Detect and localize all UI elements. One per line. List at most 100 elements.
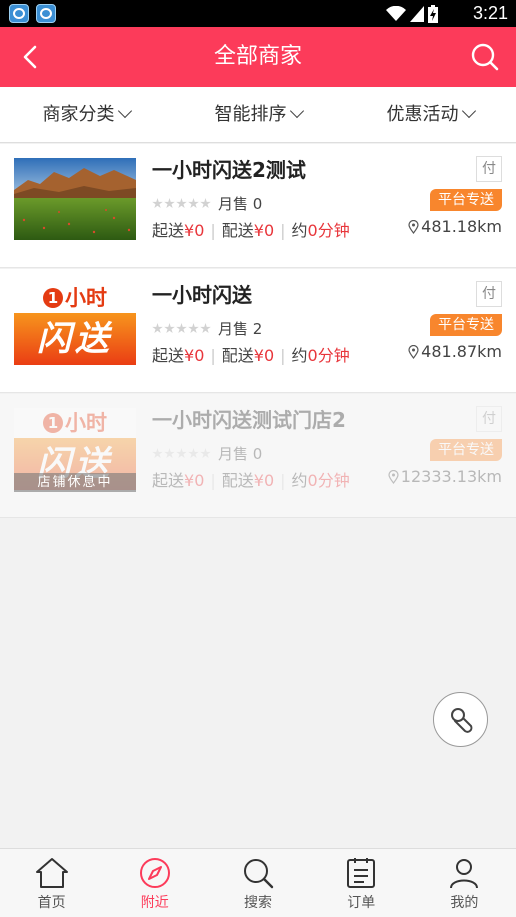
app-notification-icon xyxy=(9,4,29,23)
delivery-time-value: 0分钟 xyxy=(307,221,350,240)
filter-label: 优惠活动 xyxy=(386,104,459,125)
delivery-fee-value: ¥0 xyxy=(253,221,275,240)
footprint-button[interactable] xyxy=(433,692,488,747)
header: 全部商家 xyxy=(0,27,516,87)
divider: | xyxy=(280,221,286,240)
filter-sort[interactable]: 智能排序 xyxy=(172,87,344,142)
page-title: 全部商家 xyxy=(213,44,302,69)
nav-label: 首页 xyxy=(37,895,66,911)
store-item-closed[interactable]: 1 小时 闪送 店铺休息中 一小时闪送测试门店2 月售 0 起送¥0 | 配送¥0 | 约… xyxy=(0,394,516,518)
star-icon xyxy=(200,323,211,334)
filter-promotion[interactable]: 优惠活动 xyxy=(344,87,516,142)
battery-icon xyxy=(428,5,438,23)
nav-nearby[interactable]: 附近 xyxy=(103,849,206,917)
platform-delivery-tag: 平台专送 xyxy=(430,314,502,336)
logo-text: 小时 xyxy=(65,411,107,435)
user-icon xyxy=(450,859,479,889)
logo-number: 1 xyxy=(43,413,63,433)
rating-stars xyxy=(152,448,211,459)
chevron-down-icon xyxy=(461,103,476,119)
distance: 481.87km xyxy=(408,342,502,361)
filter-bar: 商家分类 智能排序 优惠活动 xyxy=(0,87,516,143)
delivery-fee-value: ¥0 xyxy=(253,346,275,365)
star-icon xyxy=(164,198,175,209)
store-name: 一小时闪送 xyxy=(152,283,252,307)
store-name: 一小时闪送测试门店2 xyxy=(152,408,346,432)
chevron-down-icon xyxy=(117,103,132,119)
star-icon xyxy=(188,323,199,334)
distance: 481.18km xyxy=(408,217,502,236)
delivery-fee-label: 配送 xyxy=(221,471,254,490)
store-closed-badge: 店铺休息中 xyxy=(14,473,136,492)
distance-value: 12333.13km xyxy=(400,467,502,486)
clock: 3:21 xyxy=(472,3,508,23)
monthly-sales: 月售 0 xyxy=(218,195,263,213)
star-icon xyxy=(176,323,187,334)
star-icon xyxy=(188,448,199,459)
nav-label: 我的 xyxy=(450,895,479,911)
filter-label: 商家分类 xyxy=(42,104,115,125)
compass-icon xyxy=(139,858,170,888)
search-icon[interactable] xyxy=(470,42,500,72)
star-icon xyxy=(200,448,211,459)
min-order-label: 起送 xyxy=(152,471,185,490)
store-thumbnail xyxy=(14,158,136,240)
delivery-time-value: 0分钟 xyxy=(307,346,350,365)
wifi-icon xyxy=(386,6,406,21)
system-icons xyxy=(386,4,438,24)
nav-label: 搜索 xyxy=(244,895,272,911)
pay-badge: 付 xyxy=(476,156,502,182)
distance-value: 481.87km xyxy=(421,342,502,361)
nav-search[interactable]: 搜索 xyxy=(206,849,309,917)
app-notification-icon xyxy=(36,4,56,23)
monthly-sales: 月售 2 xyxy=(218,320,263,338)
logo-number: 1 xyxy=(43,288,63,308)
delivery-fee-label: 配送 xyxy=(221,221,254,240)
status-bar: 3:21 xyxy=(0,0,516,27)
delivery-info: 起送¥0 | 配送¥0 | 约0分钟 xyxy=(152,217,350,241)
star-icon xyxy=(176,448,187,459)
delivery-fee-value: ¥0 xyxy=(253,471,275,490)
store-item[interactable]: 一小时闪送2测试 月售 0 起送¥0 | 配送¥0 | 约0分钟 付 平台专送 481.… xyxy=(0,144,516,268)
order-icon xyxy=(347,858,376,888)
filter-label: 智能排序 xyxy=(214,104,287,125)
location-pin-icon xyxy=(408,219,419,234)
store-thumbnail: 1 小时 闪送 xyxy=(14,283,136,365)
divider: | xyxy=(210,346,216,365)
logo-text: 小时 xyxy=(65,286,107,310)
min-order-label: 起送 xyxy=(152,221,185,240)
nav-home[interactable]: 首页 xyxy=(0,849,103,917)
min-order-label: 起送 xyxy=(152,346,185,365)
star-icon xyxy=(200,198,211,209)
filter-category[interactable]: 商家分类 xyxy=(0,87,172,142)
delivery-info: 起送¥0 | 配送¥0 | 约0分钟 xyxy=(152,467,350,491)
min-order-value: ¥0 xyxy=(184,346,205,365)
footprint-icon xyxy=(451,708,473,733)
logo-text: 闪送 xyxy=(14,313,136,365)
delivery-time-label: 约 xyxy=(291,221,308,240)
store-name: 一小时闪送2测试 xyxy=(152,158,306,182)
rating-stars xyxy=(152,323,211,334)
divider: | xyxy=(280,346,286,365)
rating-stars xyxy=(152,198,211,209)
bottom-nav: 首页 附近 搜索 订单 我的 xyxy=(0,848,516,917)
nav-label: 附近 xyxy=(140,895,169,911)
store-logo: 1 小时 闪送 xyxy=(14,283,136,365)
nav-profile[interactable]: 我的 xyxy=(413,849,516,917)
star-icon xyxy=(164,448,175,459)
nav-orders[interactable]: 订单 xyxy=(310,849,413,917)
store-item[interactable]: 1 小时 闪送 一小时闪送 月售 2 起送¥0 | 配送¥0 | 约0分钟 付 平台专送 … xyxy=(0,269,516,393)
signal-icon xyxy=(410,6,424,22)
nav-label: 订单 xyxy=(347,895,376,911)
delivery-time-label: 约 xyxy=(291,471,308,490)
landscape-image xyxy=(14,158,136,240)
home-icon xyxy=(35,858,68,888)
platform-delivery-tag: 平台专送 xyxy=(430,439,502,461)
chevron-down-icon xyxy=(289,103,304,119)
min-order-value: ¥0 xyxy=(184,471,205,490)
distance: 12333.13km xyxy=(388,467,502,486)
search-icon xyxy=(244,859,274,889)
divider: | xyxy=(210,221,216,240)
star-icon xyxy=(188,198,199,209)
distance-value: 481.18km xyxy=(421,217,502,236)
